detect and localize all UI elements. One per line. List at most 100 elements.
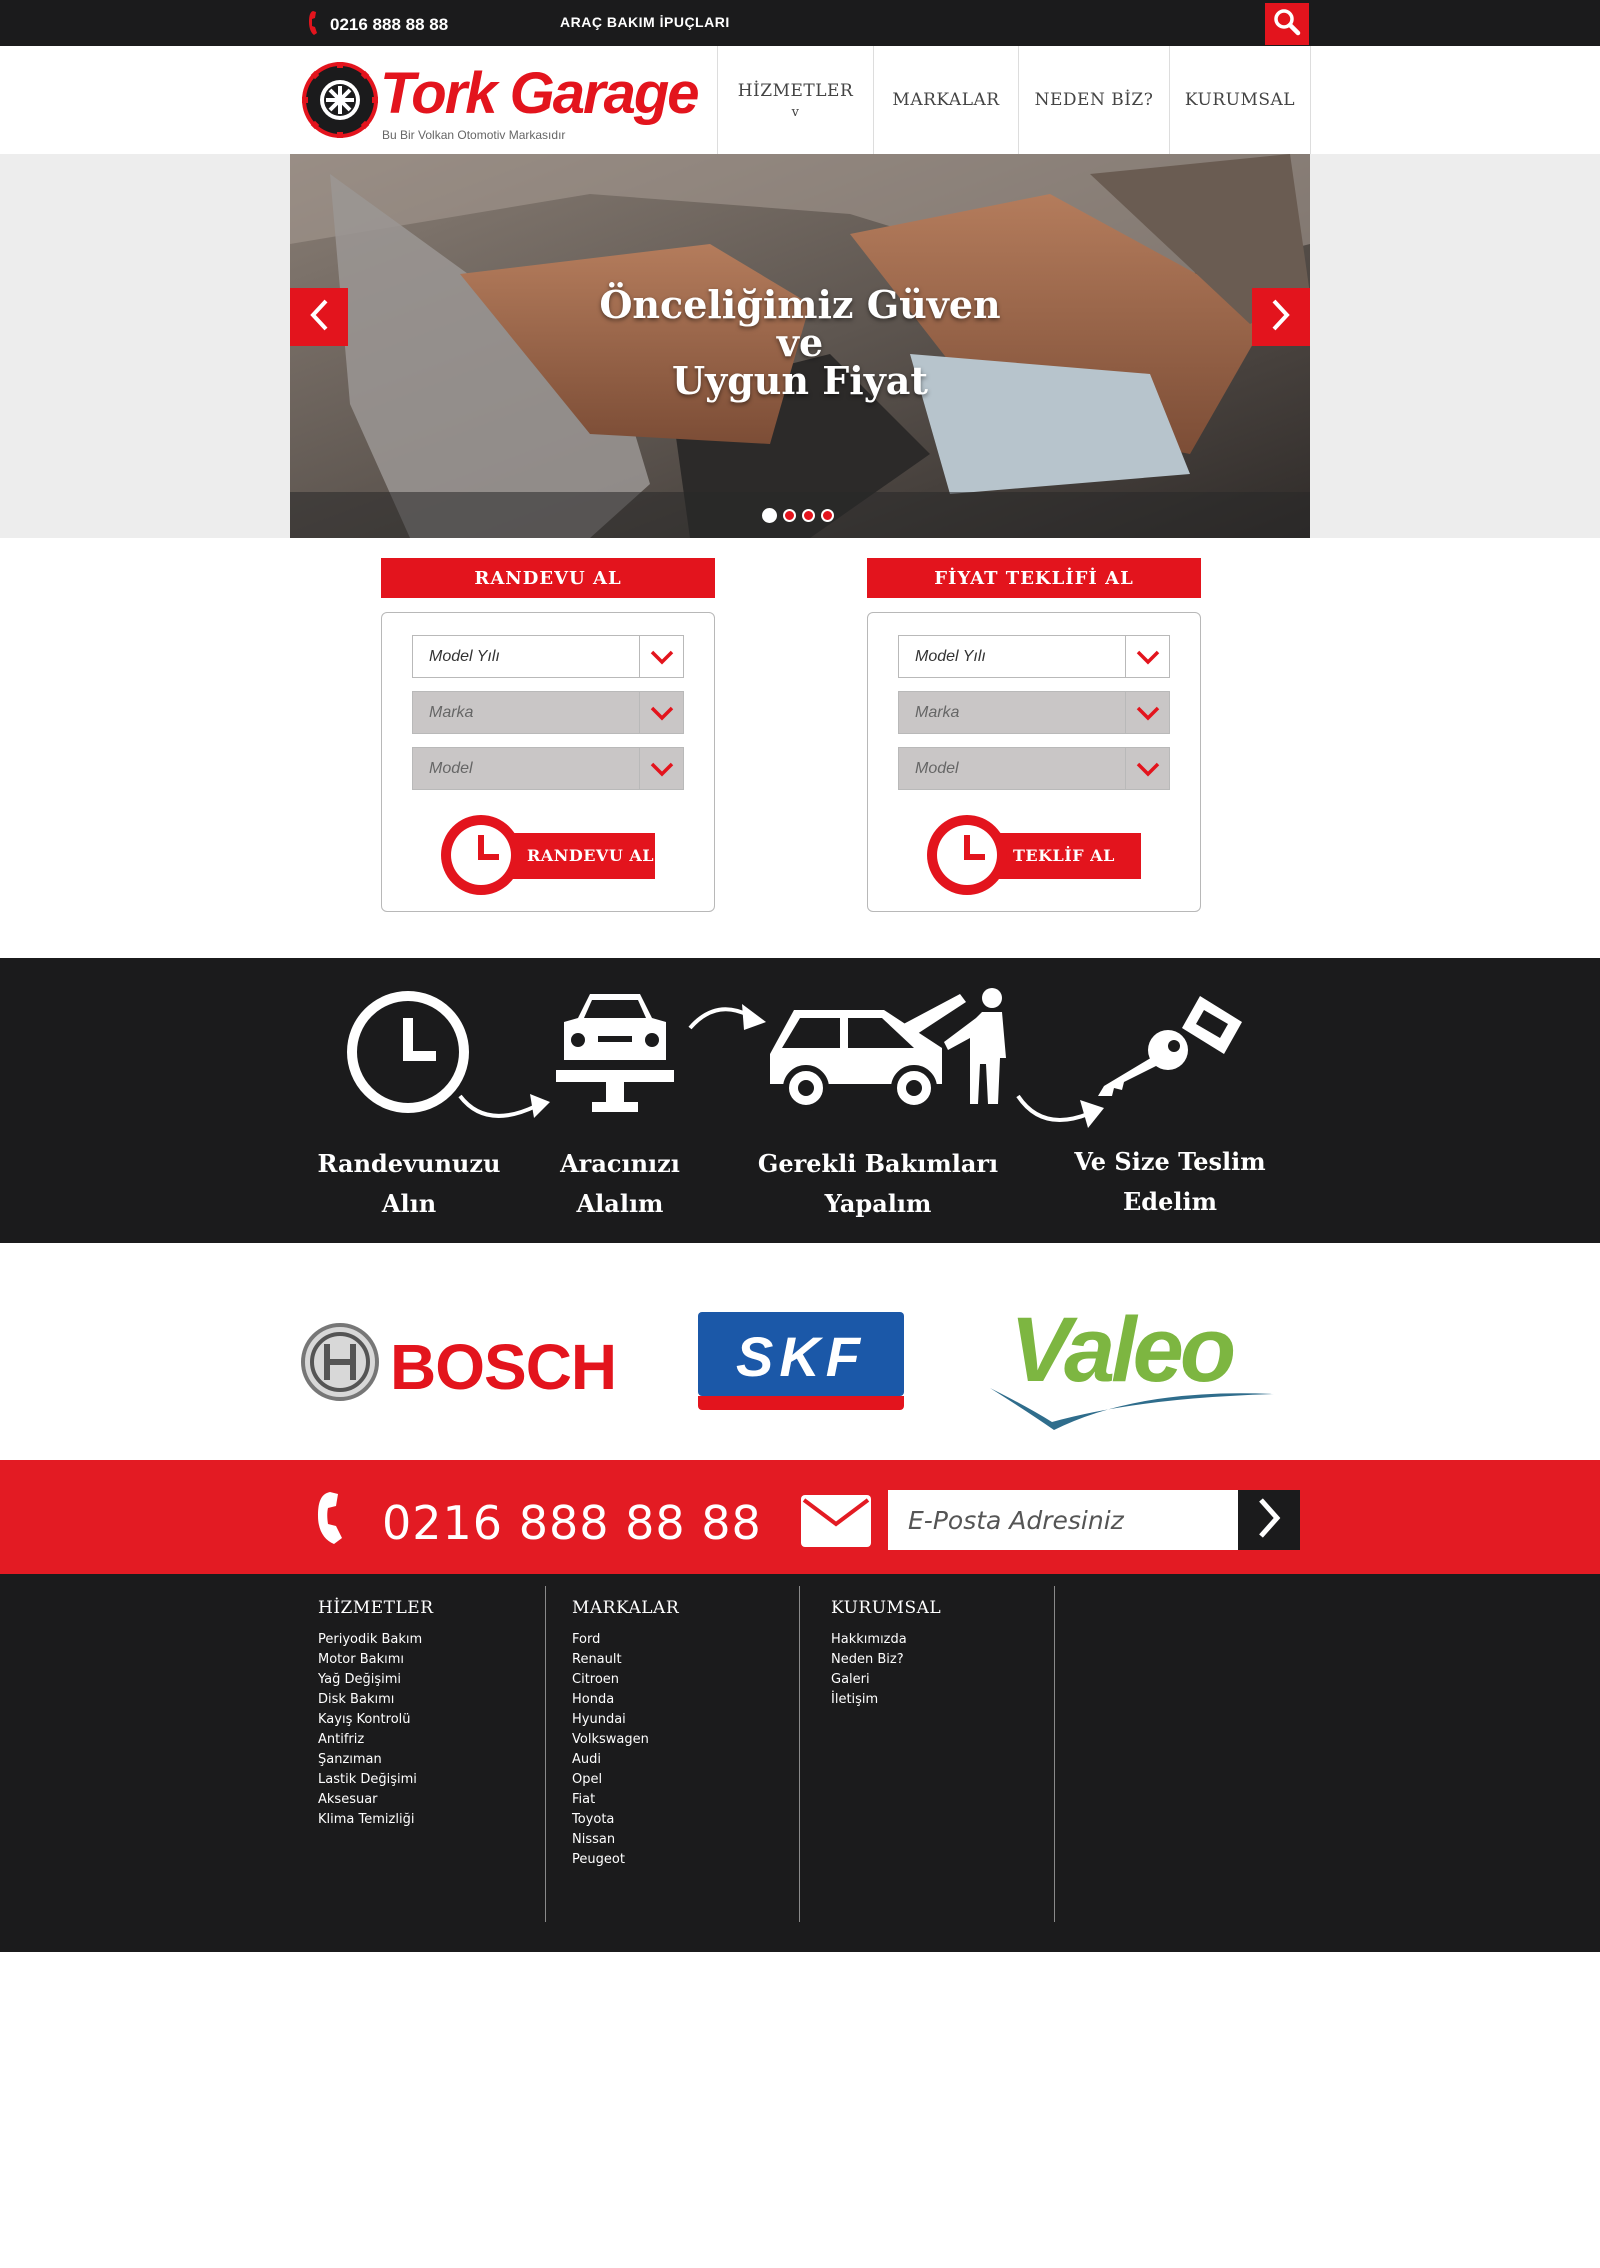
- nav-item-services[interactable]: HİZMETLER v: [717, 46, 873, 154]
- footer-link[interactable]: Citroen: [572, 1670, 679, 1690]
- footer-link[interactable]: Honda: [572, 1690, 679, 1710]
- footer-link[interactable]: Disk Bakımı: [318, 1690, 434, 1710]
- tire-logo-icon: [302, 62, 378, 138]
- footer-link[interactable]: Ford: [572, 1630, 679, 1650]
- clock-icon: [441, 815, 521, 895]
- footer-link[interactable]: Galeri: [831, 1670, 941, 1690]
- model-year-select[interactable]: Model Yılı: [412, 635, 684, 678]
- quote-submit-button[interactable]: TEKLİF AL: [925, 813, 1155, 897]
- partner-skf-wordmark: SKF: [736, 1325, 866, 1388]
- footer-link[interactable]: Kayış Kontrolü: [318, 1710, 434, 1730]
- partner-logo-bosch: BOSCH: [300, 1322, 617, 1403]
- nav-item-brands[interactable]: MARKALAR: [873, 46, 1018, 154]
- step-label-line: Alın: [381, 1189, 437, 1218]
- chevron-down-icon: [639, 636, 683, 677]
- footer-link[interactable]: Opel: [572, 1770, 679, 1790]
- footer-link[interactable]: Şanzıman: [318, 1750, 434, 1770]
- footer-link[interactable]: Nissan: [572, 1830, 679, 1850]
- brand-tagline: Bu Bir Volkan Otomotiv Markasıdır: [382, 128, 566, 142]
- model-select[interactable]: Model: [412, 747, 684, 790]
- button-label: TEKLİF AL: [1013, 846, 1115, 865]
- select-value: Model: [429, 760, 473, 777]
- step-label-line: Gerekli Bakımları: [757, 1149, 999, 1178]
- quote-form: Model Yılı Marka Model TEKLİF AL: [867, 612, 1201, 912]
- footer-brands-list: Ford Renault Citroen Honda Hyundai Volkswagen…: [572, 1630, 679, 1870]
- chevron-down-icon: [639, 692, 683, 733]
- step-label: Randevunuzu Alın: [309, 1144, 509, 1224]
- step-label-line: Ve Size Teslim: [1074, 1147, 1266, 1176]
- nav-item-why-us[interactable]: NEDEN BİZ?: [1018, 46, 1169, 154]
- footer-link[interactable]: Volkswagen: [572, 1730, 679, 1750]
- search-button[interactable]: [1265, 3, 1309, 45]
- newsletter-email-field[interactable]: [888, 1490, 1238, 1550]
- bosch-emblem-icon: [301, 1323, 379, 1401]
- nav-item-corporate[interactable]: KURUMSAL: [1169, 46, 1311, 154]
- footer-link[interactable]: Motor Bakımı: [318, 1650, 434, 1670]
- footer-link[interactable]: Audi: [572, 1750, 679, 1770]
- footer-link[interactable]: Toyota: [572, 1810, 679, 1830]
- top-bar: 0216 888 88 88 ARAÇ BAKIM İPUÇLARI: [0, 0, 1600, 46]
- top-phone-number: 0216 888 88 88: [330, 15, 449, 34]
- footer-link[interactable]: Klima Temizliği: [318, 1810, 434, 1830]
- button-label: RANDEVU AL: [527, 846, 655, 865]
- brand-select[interactable]: Marka: [898, 691, 1170, 734]
- model-year-select[interactable]: Model Yılı: [898, 635, 1170, 678]
- footer-link[interactable]: Renault: [572, 1650, 679, 1670]
- slider-next-button[interactable]: [1252, 288, 1310, 346]
- curved-arrow-icon: [1016, 1094, 1104, 1128]
- step-label: Gerekli Bakımları Yapalım: [740, 1144, 1016, 1224]
- footer-column-title: HİZMETLER: [318, 1598, 434, 1618]
- email-input[interactable]: [888, 1490, 1238, 1550]
- footer-corporate-list: Hakkımızda Neden Biz? Galeri İletişim: [831, 1630, 941, 1710]
- footer-divider: [545, 1586, 546, 1922]
- slider-dot[interactable]: [821, 509, 834, 522]
- hero-slider: Önceliğimiz Güven ve Uygun Fiyat: [290, 154, 1310, 538]
- contact-phone-number[interactable]: 0216 888 88 88: [382, 1496, 762, 1550]
- footer-link[interactable]: Hyundai: [572, 1710, 679, 1730]
- brand-name: Tork Garage: [380, 61, 700, 126]
- clock-icon: [927, 815, 1007, 895]
- top-phone[interactable]: 0216 888 88 88: [308, 10, 448, 40]
- footer-link[interactable]: Lastik Değişimi: [318, 1770, 434, 1790]
- quote-form-title: FİYAT TEKLİFİ AL: [867, 558, 1201, 598]
- contact-bar: 0216 888 88 88: [0, 1460, 1600, 1574]
- slider-prev-button[interactable]: [290, 288, 348, 346]
- footer-link[interactable]: Antifriz: [318, 1730, 434, 1750]
- footer-link[interactable]: Periyodik Bakım: [318, 1630, 434, 1650]
- appointment-submit-button[interactable]: RANDEVU AL: [439, 813, 669, 897]
- select-value: Model Yılı: [429, 648, 500, 665]
- slider-headline: Önceliğimiz Güven ve Uygun Fiyat: [290, 286, 1310, 400]
- step-label-line: Edelim: [1123, 1187, 1217, 1216]
- valeo-swoosh-icon: [990, 1388, 1274, 1430]
- model-select[interactable]: Model: [898, 747, 1170, 790]
- appointment-form-title: RANDEVU AL: [381, 558, 715, 598]
- brand-select[interactable]: Marka: [412, 691, 684, 734]
- chevron-right-icon: [1255, 1496, 1283, 1544]
- footer-link[interactable]: Fiat: [572, 1790, 679, 1810]
- footer-column-brands: MARKALAR Ford Renault Citroen Honda Hyundai V…: [572, 1598, 679, 1870]
- footer-link[interactable]: İletişim: [831, 1690, 941, 1710]
- appointment-form: Model Yılı Marka Model RANDEVU AL: [381, 612, 715, 912]
- slider-dot[interactable]: [802, 509, 815, 522]
- select-value: Model Yılı: [915, 648, 986, 665]
- site-logo[interactable]: Tork Garage Bu Bir Volkan Otomotiv Marka…: [300, 60, 710, 150]
- footer-link[interactable]: Neden Biz?: [831, 1650, 941, 1670]
- car-lift-icon: [556, 994, 674, 1112]
- phone-icon: [316, 1490, 360, 1550]
- footer-link[interactable]: Yağ Değişimi: [318, 1670, 434, 1690]
- site-footer: HİZMETLER Periyodik Bakım Motor Bakımı Yağ…: [0, 1574, 1600, 1952]
- footer-column-services: HİZMETLER Periyodik Bakım Motor Bakımı Yağ…: [318, 1598, 434, 1830]
- footer-link[interactable]: Peugeot: [572, 1850, 679, 1870]
- slider-dot[interactable]: [783, 509, 796, 522]
- step-label-line: Aracınızı: [560, 1149, 680, 1178]
- vehicle-care-tips-link[interactable]: ARAÇ BAKIM İPUÇLARI: [560, 14, 730, 30]
- slider-dot[interactable]: [762, 508, 777, 523]
- nav-item-label: HİZMETLER: [737, 80, 854, 101]
- footer-link[interactable]: Hakkımızda: [831, 1630, 941, 1650]
- newsletter-submit-button[interactable]: [1238, 1490, 1300, 1550]
- footer-link[interactable]: Aksesuar: [318, 1790, 434, 1810]
- footer-column-title: MARKALAR: [572, 1598, 680, 1618]
- chevron-down-icon: [639, 748, 683, 789]
- select-value: Marka: [429, 704, 474, 721]
- footer-column-corporate: KURUMSAL Hakkımızda Neden Biz? Galeri İleti…: [831, 1598, 941, 1710]
